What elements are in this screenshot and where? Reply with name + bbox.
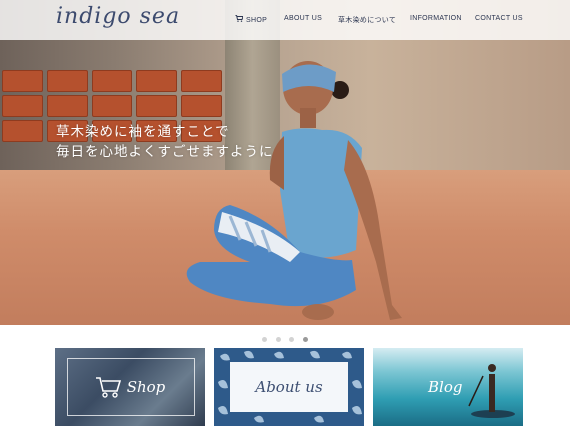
hero-tagline-line2: 毎日を心地よくすごせますように [56,144,274,160]
hero-banner: indigo sea SHOP ABOUT US 草木染めについて INFORM… [0,0,570,325]
nav-kusakizome[interactable]: 草木染めについて [338,15,396,25]
slider-dot-3[interactable] [289,337,295,342]
about-us-card-label: About us [255,378,323,396]
slider-dot-4[interactable] [302,337,308,342]
shop-card[interactable]: Shop [55,348,205,426]
slider-dot-2[interactable] [275,337,281,342]
shop-card-label: Shop [126,378,166,396]
slider-dot-1[interactable] [262,337,268,342]
blog-card-label: Blog [428,378,463,396]
nav-information[interactable]: INFORMATION [410,15,462,22]
cart-icon [235,15,243,22]
slider-pagination [0,329,570,347]
about-us-card[interactable]: About us [214,348,364,426]
site-logo[interactable]: indigo sea [56,4,180,29]
nav-shop-label: SHOP [246,17,268,24]
hero-model-figure [186,61,402,320]
nav-shop[interactable]: SHOP [235,15,267,24]
blog-card[interactable]: Blog [373,348,523,426]
top-navigation-bar: indigo sea SHOP ABOUT US 草木染めについて INFORM… [0,0,570,40]
cart-icon [95,377,121,398]
shop-card-content: Shop [55,348,205,426]
nav-contact-us[interactable]: CONTACT US [475,15,523,22]
hero-tagline-line1: 草木染めに袖を通すことで [56,124,230,140]
nav-about-us[interactable]: ABOUT US [284,15,322,22]
